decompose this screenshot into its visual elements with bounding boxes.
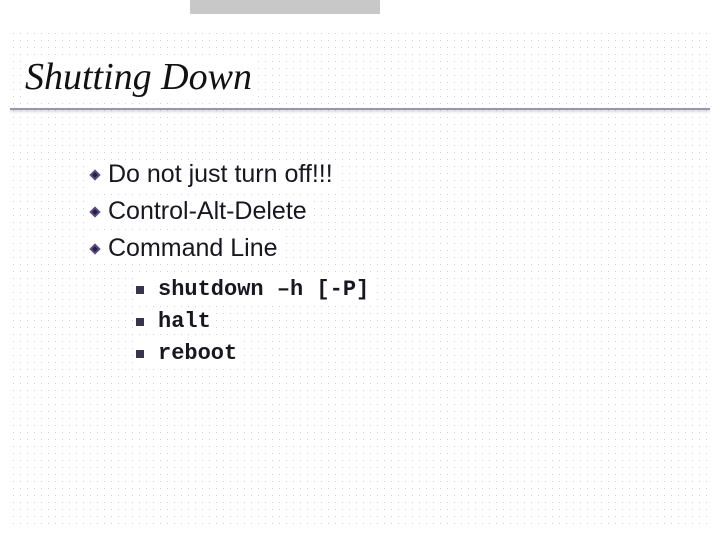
list-item: shutdown –h [-P] [136,277,373,302]
top-decor-bar [190,0,380,14]
square-bullet-icon [136,350,144,358]
slide-content: Do not just turn off!!! Control-Alt-Dele… [88,160,373,373]
list-item-code: halt [158,309,211,334]
title-underline [10,108,710,110]
square-bullet-icon [136,286,144,294]
list-item-text: Control-Alt-Delete [108,197,307,226]
list-item-code: reboot [158,341,237,366]
list-item: Do not just turn off!!! [88,160,337,189]
list-item-text: Command Line [108,234,278,263]
diamond-bullet-icon [88,168,102,182]
diamond-bullet-icon [88,205,102,219]
list-item: halt [136,309,215,334]
slide-title: Shutting Down [25,55,256,99]
sub-list: shutdown –h [-P] halt reboot [136,277,373,366]
list-item-code: shutdown –h [-P] [158,277,369,302]
diamond-bullet-icon [88,242,102,256]
list-item: Command Line [88,234,282,263]
list-item: reboot [136,341,241,366]
list-item-text: Do not just turn off!!! [108,160,333,189]
square-bullet-icon [136,318,144,326]
list-item: Control-Alt-Delete [88,197,311,226]
